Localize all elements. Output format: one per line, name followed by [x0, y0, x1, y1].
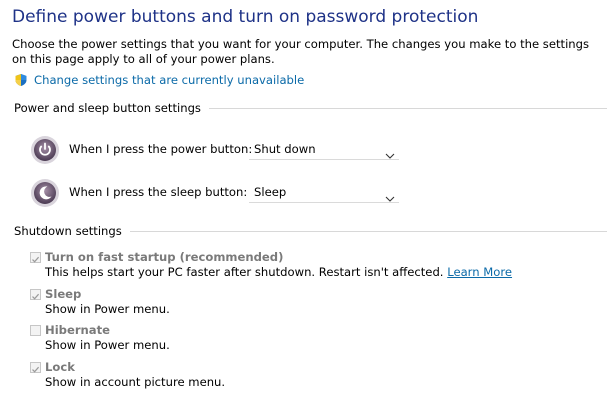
- chevron-down-icon: [385, 189, 395, 202]
- power-button-select[interactable]: Shut down: [249, 139, 399, 160]
- sleep-moon-icon: [30, 178, 60, 208]
- lock-label: Lock: [45, 360, 75, 374]
- fast-startup-desc-text: This helps start your PC faster after sh…: [45, 265, 444, 279]
- sleep-button-row: When I press the sleep button: Sleep: [30, 176, 399, 210]
- uac-shield-icon: [14, 73, 28, 87]
- change-settings-link[interactable]: Change settings that are currently unava…: [14, 71, 304, 89]
- page-title: Define power buttons and turn on passwor…: [12, 7, 479, 27]
- power-button-row: When I press the power button: Shut down: [30, 133, 399, 167]
- sleep-checkbox[interactable]: [30, 288, 41, 300]
- intro-text: Choose the power settings that you want …: [12, 37, 590, 66]
- shutdown-section-heading: Shutdown settings: [14, 224, 607, 238]
- hibernate-option: Hibernate Show in Power menu.: [29, 322, 170, 353]
- lock-option: Lock Show in account picture menu.: [29, 359, 225, 390]
- fast-startup-desc: This helps start your PC faster after sh…: [45, 265, 512, 280]
- lock-checkbox[interactable]: [30, 361, 41, 373]
- sleep-button-label: When I press the sleep button:: [69, 185, 248, 199]
- fast-startup-option: Turn on fast startup (recommended) This …: [29, 249, 512, 280]
- fast-startup-checkbox[interactable]: [30, 251, 41, 263]
- chevron-down-icon: [385, 146, 395, 159]
- power-button-value: Shut down: [254, 142, 316, 156]
- sleep-button-select[interactable]: Sleep: [249, 182, 399, 203]
- power-icon: [30, 135, 60, 165]
- section-divider: [129, 230, 607, 232]
- hibernate-desc: Show in Power menu.: [45, 338, 170, 352]
- hibernate-checkbox[interactable]: [30, 324, 41, 336]
- power-button-label: When I press the power button:: [69, 142, 253, 156]
- hibernate-label: Hibernate: [45, 323, 111, 337]
- power-sleep-heading-text: Power and sleep button settings: [14, 101, 201, 115]
- section-divider: [208, 107, 607, 109]
- sleep-label: Sleep: [45, 287, 82, 301]
- power-sleep-section-heading: Power and sleep button settings: [14, 101, 607, 115]
- lock-desc: Show in account picture menu.: [45, 375, 226, 389]
- shutdown-heading-text: Shutdown settings: [14, 224, 122, 238]
- sleep-option: Sleep Show in Power menu.: [29, 286, 170, 317]
- fast-startup-label: Turn on fast startup (recommended): [45, 250, 284, 264]
- change-settings-label[interactable]: Change settings that are currently unava…: [34, 73, 304, 87]
- sleep-button-value: Sleep: [254, 185, 287, 199]
- sleep-desc: Show in Power menu.: [45, 302, 170, 316]
- learn-more-link[interactable]: Learn More: [447, 265, 512, 279]
